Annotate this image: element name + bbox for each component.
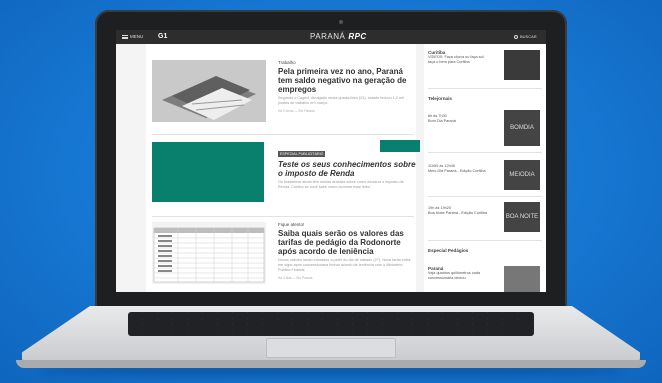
show-logo[interactable]: BOMDIA <box>504 110 540 146</box>
divider <box>428 88 542 89</box>
divider <box>428 240 542 241</box>
story-headline[interactable]: Teste os seus conhecimentos sobre o impo… <box>278 160 416 178</box>
story-summary: Segundo o Caged, divulgado nesta quarta-… <box>278 96 404 105</box>
story-meta: Há 3 dias — Em Paraná <box>278 276 313 280</box>
especial-text: Veja quantos quilômetros cada concession… <box>428 271 480 280</box>
search-label: BUSCAR <box>520 34 537 39</box>
sponsored-badge: ESPECIAL PUBLICITÁRIO <box>278 151 326 157</box>
menu-button[interactable]: MENU <box>122 34 143 39</box>
toll-table-image <box>152 222 266 284</box>
top-navigation: MENU G1 PARANÁ RPC BUSCAR <box>116 30 546 44</box>
trackpad <box>266 338 396 358</box>
feed-item[interactable]: Trabalho Pela primeira vez no ano, Paran… <box>152 60 414 130</box>
especial-thumbnail[interactable] <box>504 266 540 292</box>
story-kicker: Trabalho <box>278 60 296 65</box>
story-image[interactable] <box>152 222 266 284</box>
show-logo[interactable]: BOA NOITE <box>504 202 540 232</box>
work-card-image <box>152 60 266 122</box>
especial-section: Especial Pedágios <box>428 248 540 253</box>
story-headline[interactable]: Pela primeira vez no ano, Paraná tem sal… <box>278 67 416 94</box>
menu-label: MENU <box>130 34 144 39</box>
show-name: Boa Noite Paraná - Edição Curitiba <box>428 211 488 215</box>
telejornais-section: Telejornais <box>428 96 540 101</box>
especial-heading: Especial Pedágios <box>428 248 469 253</box>
story-kicker: Fique atento! <box>278 222 305 227</box>
g1-logo[interactable]: G1 <box>158 33 167 40</box>
site-brand[interactable]: PARANÁ RPC <box>310 32 367 41</box>
keyboard <box>128 312 534 336</box>
laptop-front-edge <box>16 360 646 368</box>
laptop-screen: MENU G1 PARANÁ RPC BUSCAR Trabalho Pela … <box>116 30 546 292</box>
show-logo[interactable]: MEIODIA <box>504 160 540 190</box>
telejornais-heading: Telejornais <box>428 96 452 101</box>
feed-item[interactable]: Fique atento! Saiba quais serão os valor… <box>152 222 414 292</box>
hamburger-icon <box>122 34 128 39</box>
story-summary: Os brasileiros ainda têm muitas dúvidas … <box>278 180 404 189</box>
story-summary: Novos valores serão cobrados a partir do… <box>278 258 411 272</box>
story-image[interactable] <box>152 60 266 122</box>
search-button[interactable]: BUSCAR <box>514 34 537 39</box>
divider <box>152 216 414 217</box>
story-meta: Há 2 horas — Em Paraná <box>278 109 315 113</box>
feed-item-sponsored[interactable]: ESPECIAL PUBLICITÁRIO Teste os seus conh… <box>152 140 420 212</box>
promo-thumbnail[interactable] <box>504 50 540 80</box>
sidebar-promo-text: VÍDEOS: Faça chuva ou faça sol, faça o b… <box>428 55 485 64</box>
brand-rpc: RPC <box>348 32 367 41</box>
sidebar: Curitiba VÍDEOS: Faça chuva ou faça sol,… <box>424 44 546 292</box>
divider <box>152 134 414 135</box>
webcam-icon <box>339 20 343 24</box>
sponsored-image[interactable] <box>152 142 264 202</box>
main-feed: Trabalho Pela primeira vez no ano, Paran… <box>146 44 420 292</box>
story-headline[interactable]: Saiba quais serão os valores das tarifas… <box>278 229 416 256</box>
show-name: Meio-Dia Paraná - Edição Curitiba <box>428 169 486 173</box>
brand-state: PARANÁ <box>310 32 346 41</box>
divider <box>428 196 542 197</box>
search-icon <box>514 34 518 39</box>
divider <box>428 152 542 153</box>
